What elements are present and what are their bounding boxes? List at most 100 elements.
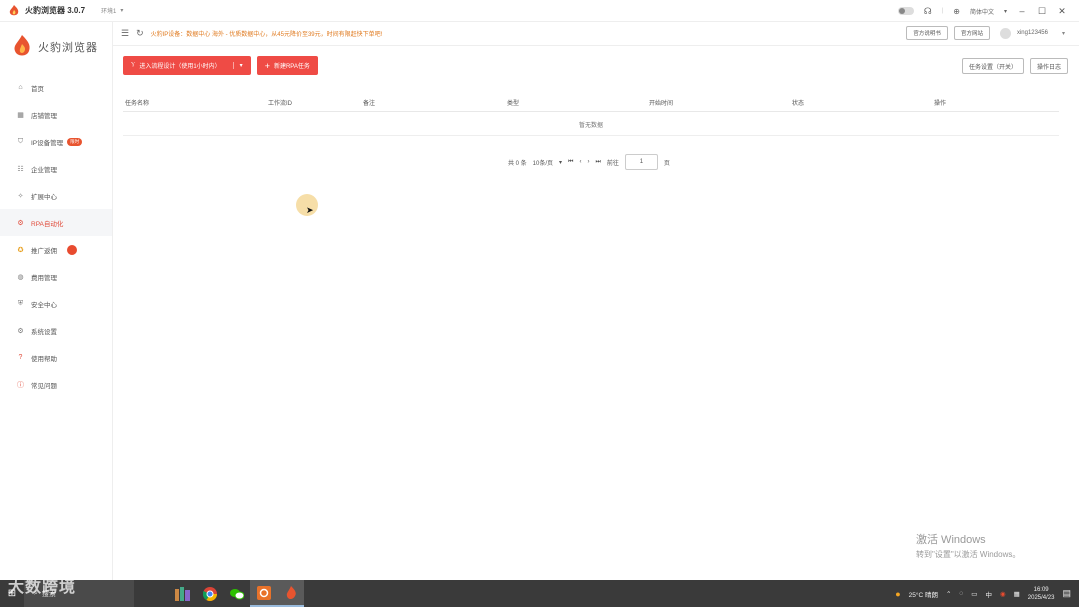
total-count: 共 0 条 [508, 160, 527, 167]
column-header: 状态 [792, 101, 805, 107]
watermark-logo: 大数跨境 [8, 579, 77, 596]
info-icon: ⓘ [17, 381, 24, 389]
new-rpa-task-button[interactable]: + 新建RPA任务 [256, 56, 318, 75]
input-method-icon[interactable]: ▦ [1014, 590, 1020, 598]
promo-notice[interactable]: 火豹IP设备：数据中心 海外 - 优质数据中心，从45元降价至39元，时间有限赶… [151, 29, 383, 38]
sidebar-item-label: 常见问题 [31, 382, 57, 390]
brand: 火豹浏览器 [0, 22, 112, 72]
column-header: 开始时间 [649, 101, 674, 107]
globe-icon[interactable]: ⊕ [953, 7, 960, 16]
theme-toggle[interactable] [897, 7, 914, 15]
sidebar-item-extensions[interactable]: ✧ 扩展中心 [0, 182, 112, 209]
avatar[interactable] [999, 27, 1011, 39]
wechat-app-icon[interactable] [223, 580, 250, 607]
column-header: 工作流ID [268, 101, 293, 107]
new-task-label: 新建RPA任务 [273, 64, 310, 70]
chevron-down-icon[interactable]: ▾ [1004, 8, 1007, 15]
grid-icon: ▦ [17, 111, 24, 119]
chevron-down-icon[interactable]: ▾ [232, 62, 243, 69]
close-button[interactable]: ✕ [1057, 6, 1067, 17]
sidebar-item-home[interactable]: ⌂ 首页 [0, 74, 112, 101]
sidebar-item-label: 推广返佣 [31, 247, 57, 255]
language-select[interactable]: 简体中文 [970, 7, 994, 16]
flame-logo-icon [12, 35, 32, 59]
env-selector[interactable]: 环境1 [101, 6, 116, 15]
brand-name: 火豹浏览器 [38, 42, 98, 54]
chevron-up-icon[interactable]: ⌃ [946, 590, 951, 598]
sidebar-item-label: RPA自动化 [31, 220, 64, 228]
next-page-icon[interactable]: › [587, 159, 589, 165]
page-suffix: 页 [663, 160, 670, 167]
sidebar-item-settings[interactable]: ⚙ 系统设置 [0, 317, 112, 344]
first-page-icon[interactable]: ⏮ [568, 159, 573, 166]
column-header: 备注 [363, 101, 376, 107]
weather-text[interactable]: 25°C 晴朗 [909, 589, 938, 599]
headset-icon[interactable]: ☊ [924, 6, 932, 17]
windows-activation-watermark: 激活 Windows 转到"设置"以激活 Windows。 [916, 531, 1020, 560]
chevron-down-icon[interactable]: ▾ [120, 7, 123, 14]
goto-label: 前往 [606, 160, 619, 167]
system-tray: ● 25°C 晴朗 ⌃ ◌ ▭ 中 ◉ ▦ 16:09 2025/4/23 ▤ [895, 580, 1071, 607]
empty-state: 暂无数据 [123, 114, 1059, 136]
help-icon: ? [18, 354, 23, 361]
sidebar-item-label: 费用管理 [31, 274, 57, 282]
sidebar-item-security[interactable]: ⛨ 安全中心 [0, 290, 112, 317]
robot-icon: ⚙ [17, 219, 24, 227]
lock-icon: ⛨ [17, 299, 24, 307]
sidebar-item-help[interactable]: ? 使用帮助 [0, 344, 112, 371]
sidebar-item-ip-devices[interactable]: ⛉ IP设备管理 限时 [0, 128, 112, 155]
clock[interactable]: 16:09 2025/4/23 [1028, 586, 1055, 602]
volume-icon[interactable]: ▭ [971, 590, 977, 598]
sidebar-item-label: 系统设置 [31, 328, 57, 336]
plus-icon: + [264, 60, 270, 71]
huobao-app-icon[interactable] [277, 580, 304, 607]
page-input[interactable]: 1 [624, 154, 658, 170]
refresh-icon[interactable]: ↻ [136, 28, 144, 39]
weather-icon[interactable]: ● [895, 589, 900, 599]
main-content: Ⲩ 进入流程设计（使用1小时内） ▾ + 新建RPA任务 任务设置（开关） 操作… [118, 50, 1074, 577]
column-header: 操作 [934, 101, 947, 107]
username[interactable]: xing123456 [1017, 30, 1048, 36]
promo-badge: 限时 [67, 137, 83, 146]
ime-indicator[interactable]: 中 [985, 589, 992, 599]
sidebar: 火豹浏览器 ⌂ 首页 ▦ 店铺管理 ⛉ IP设备管理 限时 ☷ 企业管理 ✧ 扩… [0, 22, 113, 580]
page-size-select[interactable]: 10条/页 [533, 158, 553, 167]
divider: | [941, 8, 944, 14]
sidebar-item-referral[interactable]: ✪ 推广返佣 [0, 236, 112, 263]
menu-toggle-icon[interactable]: ☰ [121, 28, 129, 39]
books-app-icon[interactable] [169, 580, 196, 607]
sidebar-item-faq[interactable]: ⓘ 常见问题 [0, 371, 112, 398]
sidebar-item-enterprise[interactable]: ☷ 企业管理 [0, 155, 112, 182]
enter-flow-design-button[interactable]: Ⲩ 进入流程设计（使用1小时内） ▾ [123, 56, 251, 75]
activation-title: 激活 Windows [916, 534, 986, 546]
wallet-icon: ◍ [17, 273, 24, 281]
header-bar: ☰ ↻ 火豹IP设备：数据中心 海外 - 优质数据中心，从45元降价至39元，时… [113, 22, 1079, 46]
chevron-down-icon[interactable]: ▾ [1062, 30, 1065, 37]
taskbar-apps [169, 580, 304, 607]
flow-icon: Ⲩ [131, 62, 136, 68]
minimize-button[interactable]: – [1017, 6, 1027, 16]
sidebar-item-billing[interactable]: ◍ 费用管理 [0, 263, 112, 290]
enter-flow-label: 进入流程设计（使用1小时内） [139, 64, 221, 70]
sidebar-item-rpa[interactable]: ⚙ RPA自动化 [0, 209, 112, 236]
chevron-down-icon[interactable]: ▾ [559, 159, 562, 166]
notification-icon[interactable]: ▤ [1062, 588, 1071, 599]
toolbar-right: 任务设置（开关） 操作日志 [961, 58, 1068, 74]
docs-button[interactable]: 官方说明书 [906, 26, 948, 40]
network-icon[interactable]: ◌ [959, 590, 963, 597]
sidebar-item-shops[interactable]: ▦ 店铺管理 [0, 101, 112, 128]
sidebar-item-label: 使用帮助 [31, 355, 57, 363]
chrome-app-icon[interactable] [196, 580, 223, 607]
task-settings-button[interactable]: 任务设置（开关） [961, 58, 1024, 74]
gear-icon: ⚙ [17, 327, 24, 335]
maximize-button[interactable]: ☐ [1037, 6, 1047, 17]
antivirus-icon[interactable]: ◉ [1000, 590, 1006, 598]
recorder-app-icon[interactable] [250, 580, 277, 607]
prev-page-icon[interactable]: ‹ [579, 159, 581, 165]
pagination: 共 0 条 10条/页 ▾ ⏮ ‹ › ⏭ 前往 1 页 [508, 154, 670, 170]
app-logo-icon [8, 4, 20, 17]
table-header: 任务名称 工作流ID 备注 类型 开始时间 状态 操作 [123, 94, 1059, 112]
operation-log-button[interactable]: 操作日志 [1029, 58, 1068, 74]
last-page-icon[interactable]: ⏭ [595, 159, 600, 166]
website-button[interactable]: 官方网站 [953, 26, 990, 40]
